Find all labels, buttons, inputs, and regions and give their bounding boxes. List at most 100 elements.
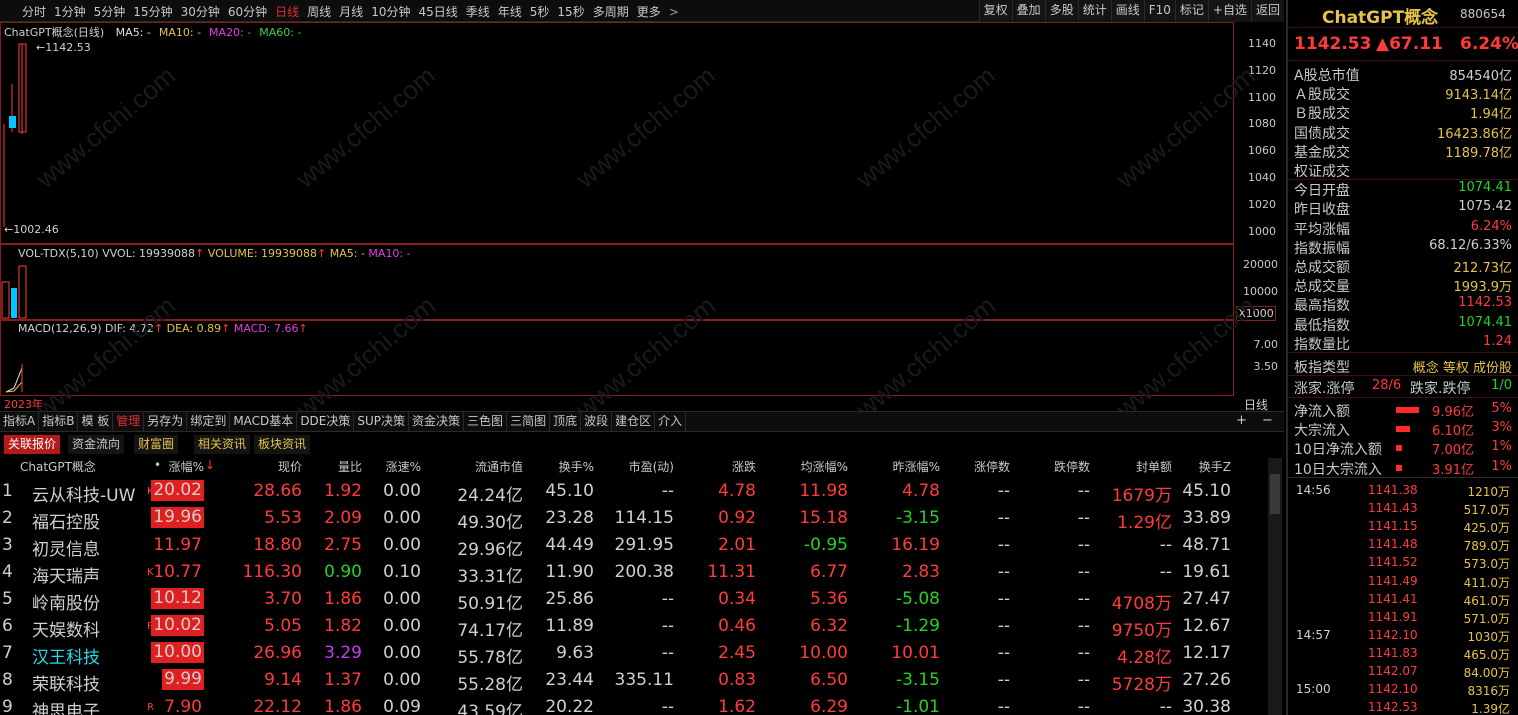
table-row[interactable]: 3 初灵信息 11.97 18.80 2.75 0.00 29.96亿 44.49 291.95… [0,531,1284,560]
column-header[interactable]: 涨跌 [732,458,756,475]
period-tab[interactable]: 季线 [466,5,490,19]
column-header[interactable]: 跌停数 [1054,458,1090,475]
stock-name[interactable]: 汉王科技 [32,643,100,668]
column-header[interactable]: 市盈(动) [629,458,674,475]
column-header[interactable]: 流通市值 [475,458,523,475]
table-row[interactable]: 4 海天瑞声 K 10.77 116.30 0.90 0.10 33.31亿 11.90 200.… [0,558,1284,587]
cell-tz: 27.47 [1182,589,1231,609]
tool-button[interactable]: 多股 [1044,0,1078,22]
sort-desc-icon[interactable]: ↓ [205,458,215,472]
column-header[interactable]: 昨涨幅% [893,458,940,475]
tool-button[interactable]: 复权 [978,0,1012,22]
tool-button[interactable]: F10 [1143,0,1175,22]
table-row[interactable]: 9 神思电子 R 7.90 22.12 1.86 0.09 43.59亿 20.22 -- 1.62… [0,693,1284,715]
period-tab[interactable]: 60分钟 [228,5,267,19]
list-tab[interactable]: 财富圈 [134,435,179,454]
table-row[interactable]: 6天娱数科R10.025.051.820.0074.17亿11.89--0.46… [0,612,1284,641]
panel-code: 880654 [1460,7,1506,21]
period-tab[interactable]: 年线 [498,5,522,19]
column-header[interactable]: 现价 [278,458,302,475]
period-tab[interactable]: 周线 [307,5,331,19]
stat-label: 总成交量 [1294,279,1350,296]
table-row[interactable]: 1 云从科技-UW K 20.02 28.66 1.92 0.00 24.24亿 45.10 --… [0,477,1284,506]
indicator-tabs: 指标A 指标B 模 板管理 另存为 绑定到 MACD基本 DDE决策 SUP决策 资金决策 三色图… [0,411,1284,432]
indicator-tab[interactable]: 顶底 [550,412,582,431]
tool-button[interactable]: 画线 [1110,0,1144,22]
indicator-tab[interactable]: 另存为 [144,412,188,431]
tick-price: 1141.91 [1368,609,1418,624]
list-tab[interactable]: 关联报价 [4,435,61,454]
table-row[interactable]: 8 荣联科技 9.99 9.14 1.37 0.00 55.28亿 23.44 335.11 0.… [0,666,1284,695]
tool-button[interactable]: 标记 [1174,0,1208,22]
cell-spd: 0.00 [383,589,421,609]
column-header[interactable]: 涨速% [386,458,421,475]
chart-area[interactable]: ChatGPT概念(日线) MA5: - MA10: - MA20: - MA60: … [0,22,1284,424]
list-tab[interactable]: 相关资讯 [194,435,251,454]
period-tab[interactable]: 15秒 [557,5,584,19]
stock-name[interactable]: 云从科技-UW [32,481,135,506]
period-tab[interactable]: 多周期 [593,5,629,19]
indicator-tab[interactable]: 介入 [655,412,687,431]
period-tab[interactable]: 日线 [275,5,299,19]
cell-seal: -- [1159,535,1172,555]
column-header[interactable]: 换手% [559,458,594,475]
period-tab[interactable]: 分时 [22,5,46,19]
indicator-tab[interactable]: SUP决策 [354,412,410,431]
period-tab[interactable]: 15分钟 [133,5,172,19]
period-tab[interactable]: 30分钟 [181,5,220,19]
column-header[interactable]: 均涨幅% [801,458,848,475]
column-header[interactable]: 涨停数 [974,458,1010,475]
stock-name[interactable]: 初灵信息 [32,535,100,560]
table-scrollbar[interactable] [1268,458,1282,715]
stock-name[interactable]: 天娱数科 [32,616,100,641]
table-row[interactable]: 5 岭南股份 10.12 3.70 1.86 0.00 50.91亿 25.86 -- 0.34 5… [0,585,1284,614]
stat-row: 平均涨幅 6.24% [1288,218,1518,238]
period-tab[interactable]: 1分钟 [54,5,86,19]
tool-button[interactable]: 返回 [1250,0,1284,22]
stock-name[interactable]: 神思电子 [32,697,100,715]
minus-icon[interactable]: − [1262,413,1273,428]
table-row[interactable]: 2 福石控股 19.96 5.53 2.09 0.00 49.30亿 23.28 114.15 0… [0,504,1284,533]
tool-button[interactable]: 统计 [1077,0,1111,22]
cell-spd: 0.00 [383,670,421,690]
tool-button[interactable]: +自选 [1207,0,1251,22]
table-row[interactable]: 7 汉王科技 10.00 26.96 3.29 0.00 55.78亿 9.63 -- 2.45 1… [0,639,1284,668]
indicator-tab[interactable]: DDE决策 [297,412,355,431]
indicator-tab[interactable]: 绑定到 [187,412,231,431]
indicator-tab[interactable]: 指标B [39,412,79,431]
cell-avg: 11.98 [799,481,848,501]
cell-pe: -- [661,481,674,501]
cell-yest: 4.78 [902,481,940,501]
indicator-tab[interactable]: 指标A [0,412,40,431]
period-tab[interactable]: 月线 [339,5,363,19]
indicator-tab[interactable]: 建仓区 [612,412,656,431]
indicator-tab[interactable]: 模 板 [78,412,114,431]
period-tab[interactable]: 10分钟 [371,5,410,19]
column-header[interactable]: 封单额 [1136,458,1172,475]
period-tab[interactable]: 45日线 [418,5,457,19]
period-tab[interactable]: 更多 [637,5,661,19]
list-tab[interactable]: 板块资讯 [254,435,311,454]
scrollbar-thumb[interactable] [1270,474,1280,514]
indicator-tab[interactable]: 资金决策 [409,412,465,431]
chevron-right-icon[interactable]: > [669,5,679,19]
stock-name[interactable]: 岭南股份 [32,589,100,614]
column-header[interactable]: 涨幅% [169,458,204,475]
tool-button[interactable]: 叠加 [1011,0,1045,22]
stock-name[interactable]: 福石控股 [32,508,100,533]
indicator-tab[interactable]: 波段 [581,412,613,431]
column-header[interactable]: 换手Z [1199,458,1231,475]
period-tab[interactable]: 5秒 [530,5,550,19]
stat-row: 总成交量 1993.9万 [1288,275,1518,296]
column-header[interactable]: 量比 [338,458,362,475]
indicator-tab[interactable]: 三色图 [464,412,508,431]
indicator-tab[interactable]: 管理 [113,412,145,431]
stock-name[interactable]: 海天瑞声 [32,562,100,587]
period-tab[interactable]: 5分钟 [94,5,126,19]
indicator-tab[interactable]: 三简图 [507,412,551,431]
stock-name[interactable]: 荣联科技 [32,670,100,695]
list-tab[interactable]: 资金流向 [68,435,125,454]
add-icon[interactable]: + [1236,413,1247,428]
indicator-tab[interactable]: MACD基本 [230,412,298,431]
stock-table[interactable]: 1 云从科技-UW K 20.02 28.66 1.92 0.00 24.24亿 45.10 --… [0,477,1284,715]
